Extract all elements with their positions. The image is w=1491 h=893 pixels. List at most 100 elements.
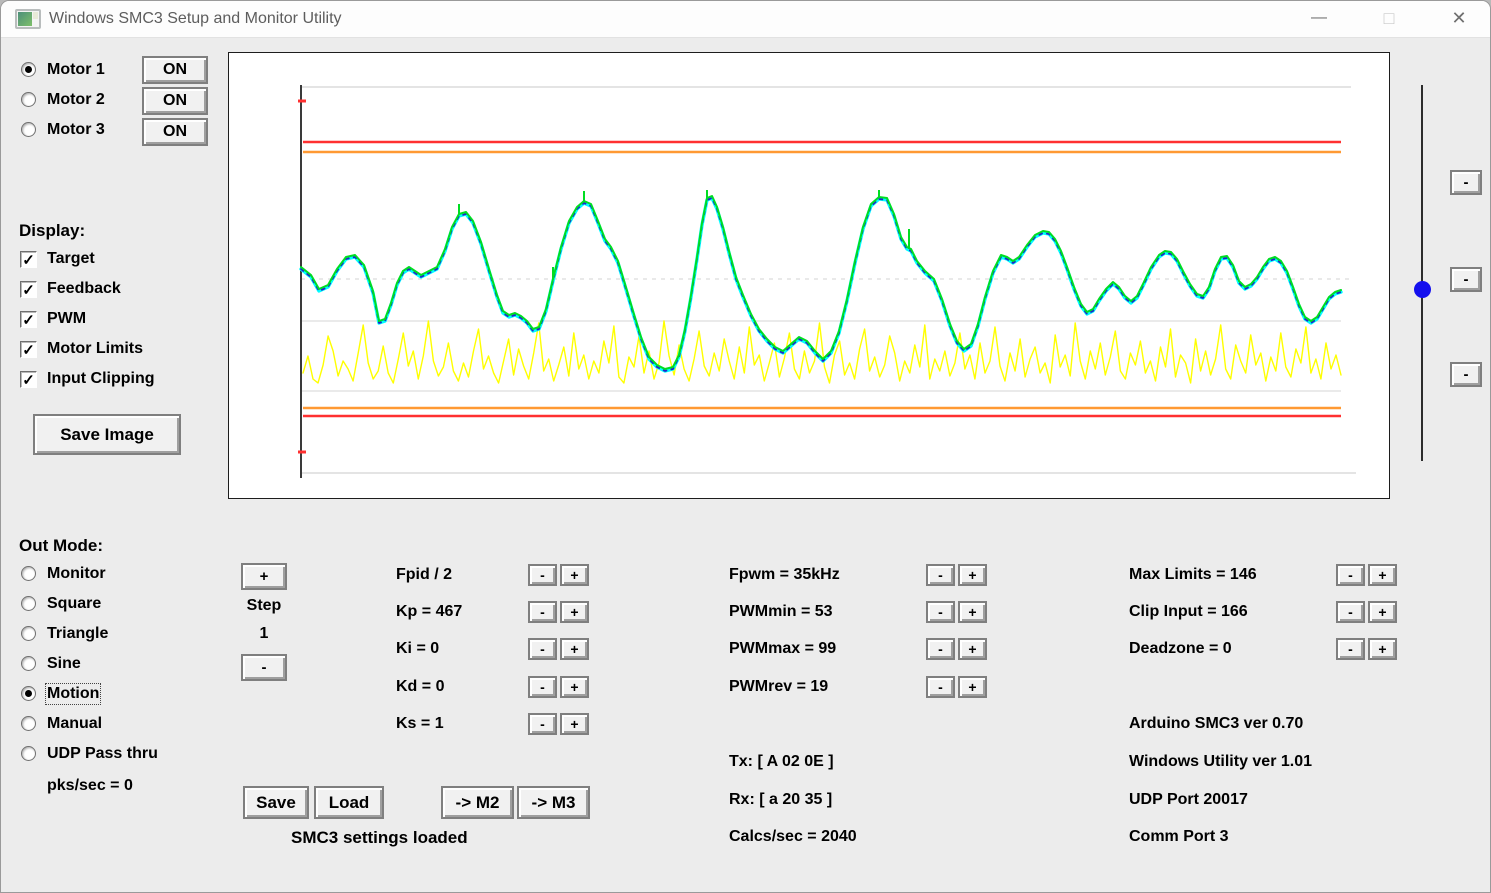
waveform-chart [228,52,1390,499]
checkbox-pwm-label: PWM [47,310,86,328]
radio-monitor[interactable] [21,566,36,581]
motor-3-label: Motor 3 [47,121,105,139]
clip-input-label: Clip Input = 166 [1129,603,1248,621]
radio-manual[interactable] [21,716,36,731]
radio-udp-pass-thru[interactable] [21,746,36,761]
radio-square-label: Square [47,595,101,613]
radio-triangle[interactable] [21,626,36,641]
waveform-svg [229,53,1389,498]
pwmmin-minus-button[interactable]: - [926,601,955,623]
utility-version-text: Windows Utility ver 1.01 [1129,753,1312,771]
display-heading: Display: [19,221,85,241]
checkbox-pwm[interactable]: ✓ [20,311,37,328]
save-image-button[interactable]: Save Image [33,414,181,455]
checkbox-tick-icon: ✓ [22,252,35,269]
radio-sine[interactable] [21,656,36,671]
scale-slider-track[interactable] [1421,85,1423,461]
step-plus-button[interactable]: + [241,563,287,590]
out-mode-heading: Out Mode: [19,536,103,556]
app-window: Windows SMC3 Setup and Monitor Utility —… [0,0,1491,893]
pwmrev-minus-button[interactable]: - [926,676,955,698]
radio-manual-label: Manual [47,715,102,733]
checkbox-feedback[interactable]: ✓ [20,281,37,298]
pwmmax-label: PWMmax = 99 [729,640,836,658]
motor-3-on-button[interactable]: ON [142,118,208,146]
motor-2-on-button[interactable]: ON [142,87,208,115]
ks-plus-button[interactable]: + [560,713,589,735]
ks-label: Ks = 1 [396,715,444,733]
clip-input-plus-button[interactable]: + [1368,601,1397,623]
pks-per-sec-label: pks/sec = 0 [47,777,133,795]
radio-square[interactable] [21,596,36,611]
fpwm-plus-button[interactable]: + [958,564,987,586]
pwmmin-plus-button[interactable]: + [958,601,987,623]
checkbox-tick-icon: ✓ [22,282,35,299]
motor-3-radio[interactable] [21,122,36,137]
ki-label: Ki = 0 [396,640,439,658]
fpwm-minus-button[interactable]: - [926,564,955,586]
kd-plus-button[interactable]: + [560,676,589,698]
maximize-icon[interactable]: □ [1367,1,1411,37]
max-limits-minus-button[interactable]: - [1336,564,1365,586]
scale-lower-minus-button[interactable]: - [1450,362,1482,387]
ks-minus-button[interactable]: - [528,713,557,735]
kp-plus-button[interactable]: + [560,601,589,623]
arduino-version-text: Arduino SMC3 ver 0.70 [1129,715,1303,733]
fpid-label: Fpid / 2 [396,566,452,584]
deadzone-minus-button[interactable]: - [1336,638,1365,660]
max-limits-plus-button[interactable]: + [1368,564,1397,586]
pwmrev-plus-button[interactable]: + [958,676,987,698]
save-button[interactable]: Save [243,786,309,819]
udp-port-text: UDP Port 20017 [1129,791,1248,809]
deadzone-plus-button[interactable]: + [1368,638,1397,660]
checkbox-input-clipping[interactable]: ✓ [20,371,37,388]
kp-minus-button[interactable]: - [528,601,557,623]
ki-plus-button[interactable]: + [560,638,589,660]
tx-text: Tx: [ A 02 0E ] [729,753,834,771]
step-label: Step [241,597,287,615]
motor-1-label: Motor 1 [47,61,105,79]
motor-2-radio[interactable] [21,92,36,107]
kd-label: Kd = 0 [396,678,444,696]
to-m2-button[interactable]: -> M2 [441,786,514,819]
step-value: 1 [241,625,287,643]
fpid-minus-button[interactable]: - [528,564,557,586]
clip-input-minus-button[interactable]: - [1336,601,1365,623]
settings-status-text: SMC3 settings loaded [291,828,468,848]
load-button[interactable]: Load [314,786,384,819]
radio-motion[interactable] [21,686,36,701]
rx-text: Rx: [ a 20 35 ] [729,791,832,809]
motor-1-radio[interactable] [21,62,36,77]
motor-2-label: Motor 2 [47,91,105,109]
calcs-per-sec-text: Calcs/sec = 2040 [729,828,857,846]
checkbox-input-clipping-label: Input Clipping [47,370,155,388]
scale-slider-thumb[interactable] [1414,281,1431,298]
radio-dot [25,66,32,73]
minimize-icon[interactable]: — [1297,1,1341,37]
ki-minus-button[interactable]: - [528,638,557,660]
pwmmax-minus-button[interactable]: - [926,638,955,660]
scale-middle-minus-button[interactable]: - [1450,267,1482,292]
title-bar: Windows SMC3 Setup and Monitor Utility —… [1,1,1490,38]
comm-port-text: Comm Port 3 [1129,828,1229,846]
max-limits-label: Max Limits = 146 [1129,566,1257,584]
pwmrev-label: PWMrev = 19 [729,678,828,696]
close-icon[interactable]: ✕ [1437,1,1481,37]
deadzone-label: Deadzone = 0 [1129,640,1232,658]
scale-upper-minus-button[interactable]: - [1450,170,1482,195]
fpid-plus-button[interactable]: + [560,564,589,586]
kd-minus-button[interactable]: - [528,676,557,698]
radio-triangle-label: Triangle [47,625,108,643]
step-minus-button[interactable]: - [241,654,287,681]
checkbox-motor-limits[interactable]: ✓ [20,341,37,358]
checkbox-motor-limits-label: Motor Limits [47,340,143,358]
kp-label: Kp = 467 [396,603,462,621]
to-m3-button[interactable]: -> M3 [517,786,590,819]
checkbox-target[interactable]: ✓ [20,251,37,268]
checkbox-tick-icon: ✓ [22,372,35,389]
radio-sine-label: Sine [47,655,81,673]
pwmmin-label: PWMmin = 53 [729,603,833,621]
checkbox-feedback-label: Feedback [47,280,121,298]
pwmmax-plus-button[interactable]: + [958,638,987,660]
motor-1-on-button[interactable]: ON [142,56,208,84]
